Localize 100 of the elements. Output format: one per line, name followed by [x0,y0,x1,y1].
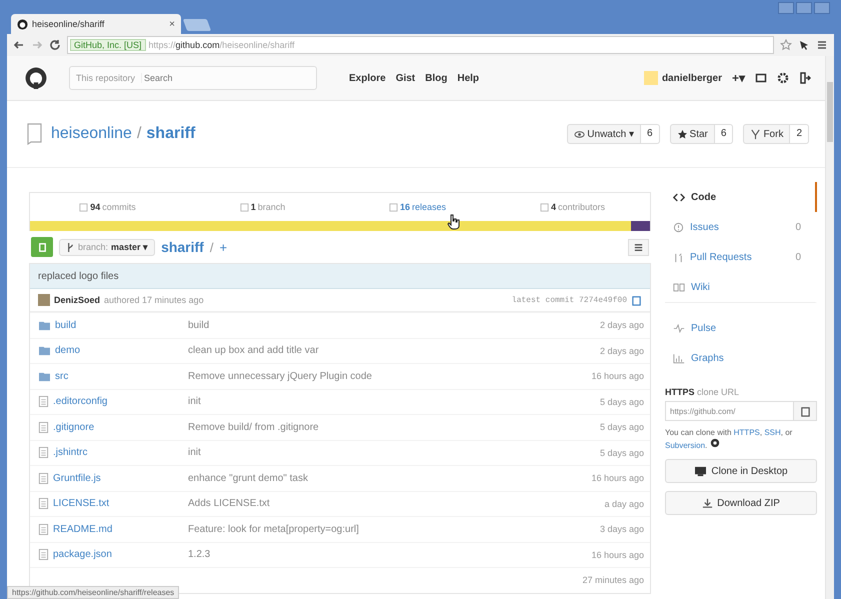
clone-help-link[interactable]: Subversion [665,441,706,450]
nav-link[interactable]: Help [457,72,480,84]
count-label: 0 [795,252,802,262]
username-link[interactable]: danielberger [662,72,722,84]
copy-button[interactable] [794,401,817,421]
download-icon [702,498,714,509]
list-icon [633,242,644,252]
branch-icon [66,242,75,252]
file-link[interactable]: LICENSE.txt [53,498,110,510]
back-icon[interactable] [13,39,25,51]
file-link[interactable]: Gruntfile.js [53,472,101,484]
clone-help-link[interactable]: HTTPS [734,428,760,437]
clone-url-field[interactable]: https://github.com/ [665,401,794,421]
branch-selector[interactable]: branch: master ▾ [59,238,156,256]
file-link[interactable]: .jshintrc [53,447,88,458]
menu-icon[interactable] [816,39,828,51]
nav-link[interactable]: Blog [425,72,448,84]
pulse-icon [673,322,685,334]
hand-cursor-icon [447,214,461,230]
file-link[interactable]: package.json [53,549,112,560]
create-new-button[interactable]: +▾ [732,71,745,85]
eye-icon [574,128,586,140]
code-icon [673,192,685,202]
add-file-link[interactable]: + [219,240,228,254]
sidebar-item[interactable]: Pulse [665,313,817,343]
commit-age: 27 minutes ago [582,575,644,586]
compare-button[interactable] [31,237,53,257]
sidebar-item[interactable]: Pull Requests 0 [665,242,817,272]
stats-link[interactable]: 4 contributors [495,202,650,212]
commit-message-link[interactable]: 1.2.3 [188,549,592,560]
scrollbar-thumb[interactable] [827,82,833,142]
settings-icon[interactable] [777,72,789,84]
sidebar-item[interactable]: Graphs [665,343,817,373]
file-link[interactable]: .gitignore [53,422,94,433]
commit-age: 16 hours ago [591,550,644,560]
stats-link[interactable]: 16 releases [340,202,495,212]
clipboard-icon[interactable] [631,294,642,306]
file-link[interactable]: build [55,320,76,331]
commit-message-link[interactable]: Adds LICENSE.txt [188,498,604,510]
breadcrumb-link[interactable]: shariff [161,239,204,255]
count-label[interactable]: 6 [714,124,734,144]
reload-icon[interactable] [49,39,61,51]
search-bar[interactable]: This repository Search [69,66,317,90]
commit-message-link[interactable]: Remove unnecessary jQuery Plugin code [188,370,592,382]
author-link[interactable]: DenizSoed [54,295,100,305]
fork-button[interactable]: Fork [743,124,790,144]
repository-link[interactable]: shariff [146,125,196,143]
sidebar-item[interactable]: Code [665,182,817,212]
search-field[interactable]: Search [142,72,296,84]
commit-message-link[interactable]: Feature: look for meta[property=og:url] [188,524,600,535]
watch-button[interactable]: Unwatch ▾ [567,124,641,144]
count-label: 0 [795,222,802,232]
file-icon [38,446,49,460]
file-link[interactable]: src [55,370,68,382]
help-icon[interactable] [710,438,720,448]
folder-icon [38,370,51,382]
file-link[interactable]: demo [55,345,80,356]
file-link[interactable]: .editorconfig [53,396,108,408]
scrollbar[interactable] [825,56,834,599]
list-view-button[interactable] [628,238,649,256]
star-icon[interactable] [780,39,792,51]
stats-link[interactable]: 1 branch [185,202,340,212]
sidebar-item[interactable]: Issues 0 [665,212,817,242]
stats-icon [240,202,249,212]
nav-link[interactable]: Gist [396,72,416,84]
address-bar[interactable]: GitHub, Inc. [US] https://github.com/heiseonline/shariff [67,36,774,54]
commit-message-link[interactable]: Remove build/ from .gitignore [188,422,600,433]
count-label[interactable]: 6 [640,124,660,144]
commit-message-link[interactable]: init [188,396,600,408]
path-separator: / [136,125,142,143]
latest-commit-link[interactable]: latest commit 7274e49f00 [512,296,627,304]
commit-age: 5 days ago [600,448,644,458]
tab-title: heiseonline/shariff [32,19,106,29]
star-button[interactable]: Star [670,124,715,144]
count-label[interactable]: 2 [790,124,809,144]
stats-icon [388,202,398,212]
browser-tab[interactable]: heiseonline/shariff × [11,14,181,34]
search-scope-label[interactable]: This repository [76,73,142,83]
file-icon [38,548,49,562]
clone-desktop-button[interactable]: Clone in Desktop [665,459,817,484]
commit-message[interactable]: replaced logo files [38,270,119,282]
commit-message-link[interactable]: enhance "grunt demo" task [188,472,592,484]
commit-message-link[interactable]: build [188,320,600,331]
tab-close-button[interactable]: × [169,18,175,30]
url-text: https://github.com/heiseonline/shariff [148,40,294,50]
download-zip-button[interactable]: Download ZIP [665,491,817,516]
inbox-icon[interactable] [755,72,767,84]
site-identity[interactable]: GitHub, Inc. [US] [70,39,146,51]
clone-help-text: You can clone with HTTPS, SSH, or Subversion. [665,427,794,452]
commit-message-link[interactable]: init [188,447,600,458]
commit-message-link[interactable]: clean up box and add title var [188,345,600,356]
owner-link[interactable]: heiseonline [51,125,132,143]
nav-link[interactable]: Explore [349,72,386,84]
file-link[interactable]: README.md [53,524,112,535]
sign-out-icon[interactable] [799,72,811,84]
issues-icon [673,222,684,232]
clone-help-link[interactable]: SSH [764,428,781,437]
stats-link[interactable]: 94 commits [30,202,185,212]
commit-time: authored 17 minutes ago [104,295,204,305]
sidebar-item[interactable]: Wiki [665,272,817,303]
